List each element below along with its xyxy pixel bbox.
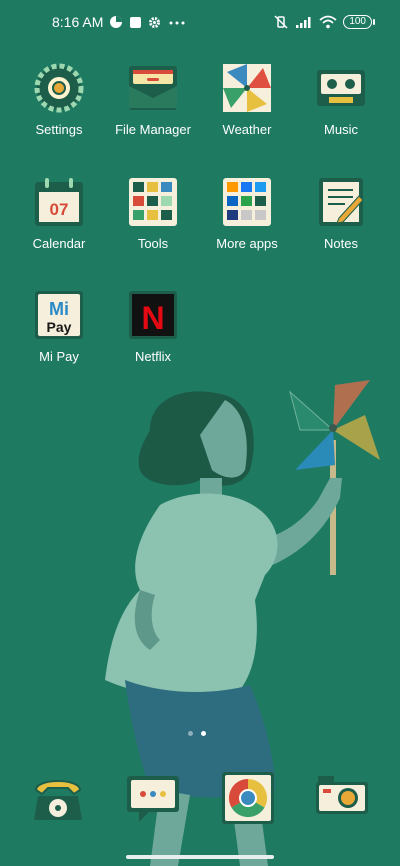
- app-label: Weather: [222, 122, 272, 137]
- app-tools[interactable]: Tools: [107, 176, 199, 251]
- app-netflix[interactable]: N Netflix: [107, 289, 199, 364]
- app-label: Settings: [35, 122, 83, 137]
- app-label: File Manager: [115, 122, 191, 137]
- settings-icon: [34, 63, 84, 113]
- tools-icon: [129, 178, 177, 226]
- square-icon: [130, 16, 142, 28]
- page-indicator: [188, 731, 206, 736]
- messages-icon[interactable]: [125, 770, 181, 826]
- calendar-date: 07: [50, 200, 69, 219]
- app-calendar[interactable]: 07 Calendar: [13, 176, 105, 251]
- netflix-letter: N: [141, 300, 164, 336]
- page-dot[interactable]: [188, 731, 193, 736]
- app-label: Tools: [137, 236, 169, 251]
- app-notes[interactable]: Notes: [295, 176, 387, 251]
- app-music[interactable]: Music: [295, 62, 387, 137]
- pie-icon: [110, 16, 123, 28]
- app-label: Music: [324, 122, 358, 137]
- wifi-icon: [319, 15, 337, 29]
- app-settings[interactable]: Settings: [13, 62, 105, 137]
- home-indicator[interactable]: [126, 855, 274, 859]
- file-manager-icon: [129, 66, 177, 110]
- gear-icon: [149, 16, 161, 28]
- clock: 8:16 AM: [52, 14, 104, 30]
- phone-icon[interactable]: [30, 770, 86, 826]
- netflix-icon: N: [129, 291, 177, 339]
- mi-pay-text: Mi: [49, 299, 69, 319]
- app-label: Notes: [324, 236, 358, 251]
- notes-icon: [319, 178, 364, 226]
- more-icon: [169, 21, 185, 24]
- page-dot-active[interactable]: [201, 731, 206, 736]
- camera-icon[interactable]: [314, 770, 370, 826]
- app-label: Calendar: [32, 236, 86, 251]
- calendar-icon: 07: [35, 178, 83, 226]
- mi-pay-icon: Mi Pay: [35, 291, 83, 339]
- more-apps-icon: [223, 178, 271, 226]
- app-label: Netflix: [134, 349, 172, 364]
- app-weather[interactable]: Weather: [201, 62, 293, 137]
- status-bar: 8:16 AM 100: [0, 0, 400, 44]
- music-icon: [317, 70, 365, 106]
- app-more-apps[interactable]: More apps: [201, 176, 293, 251]
- app-file-manager[interactable]: File Manager: [107, 62, 199, 137]
- battery-icon: 100: [343, 15, 375, 29]
- mi-pay-text: Pay: [47, 319, 72, 335]
- app-label: More apps: [216, 236, 278, 251]
- signal-icon: [296, 16, 311, 28]
- chrome-icon[interactable]: [220, 770, 276, 826]
- app-mi-pay[interactable]: Mi Pay Mi Pay: [13, 289, 105, 364]
- weather-icon: [223, 64, 271, 112]
- vibrate-icon: [274, 15, 288, 29]
- app-label: Mi Pay: [39, 349, 79, 364]
